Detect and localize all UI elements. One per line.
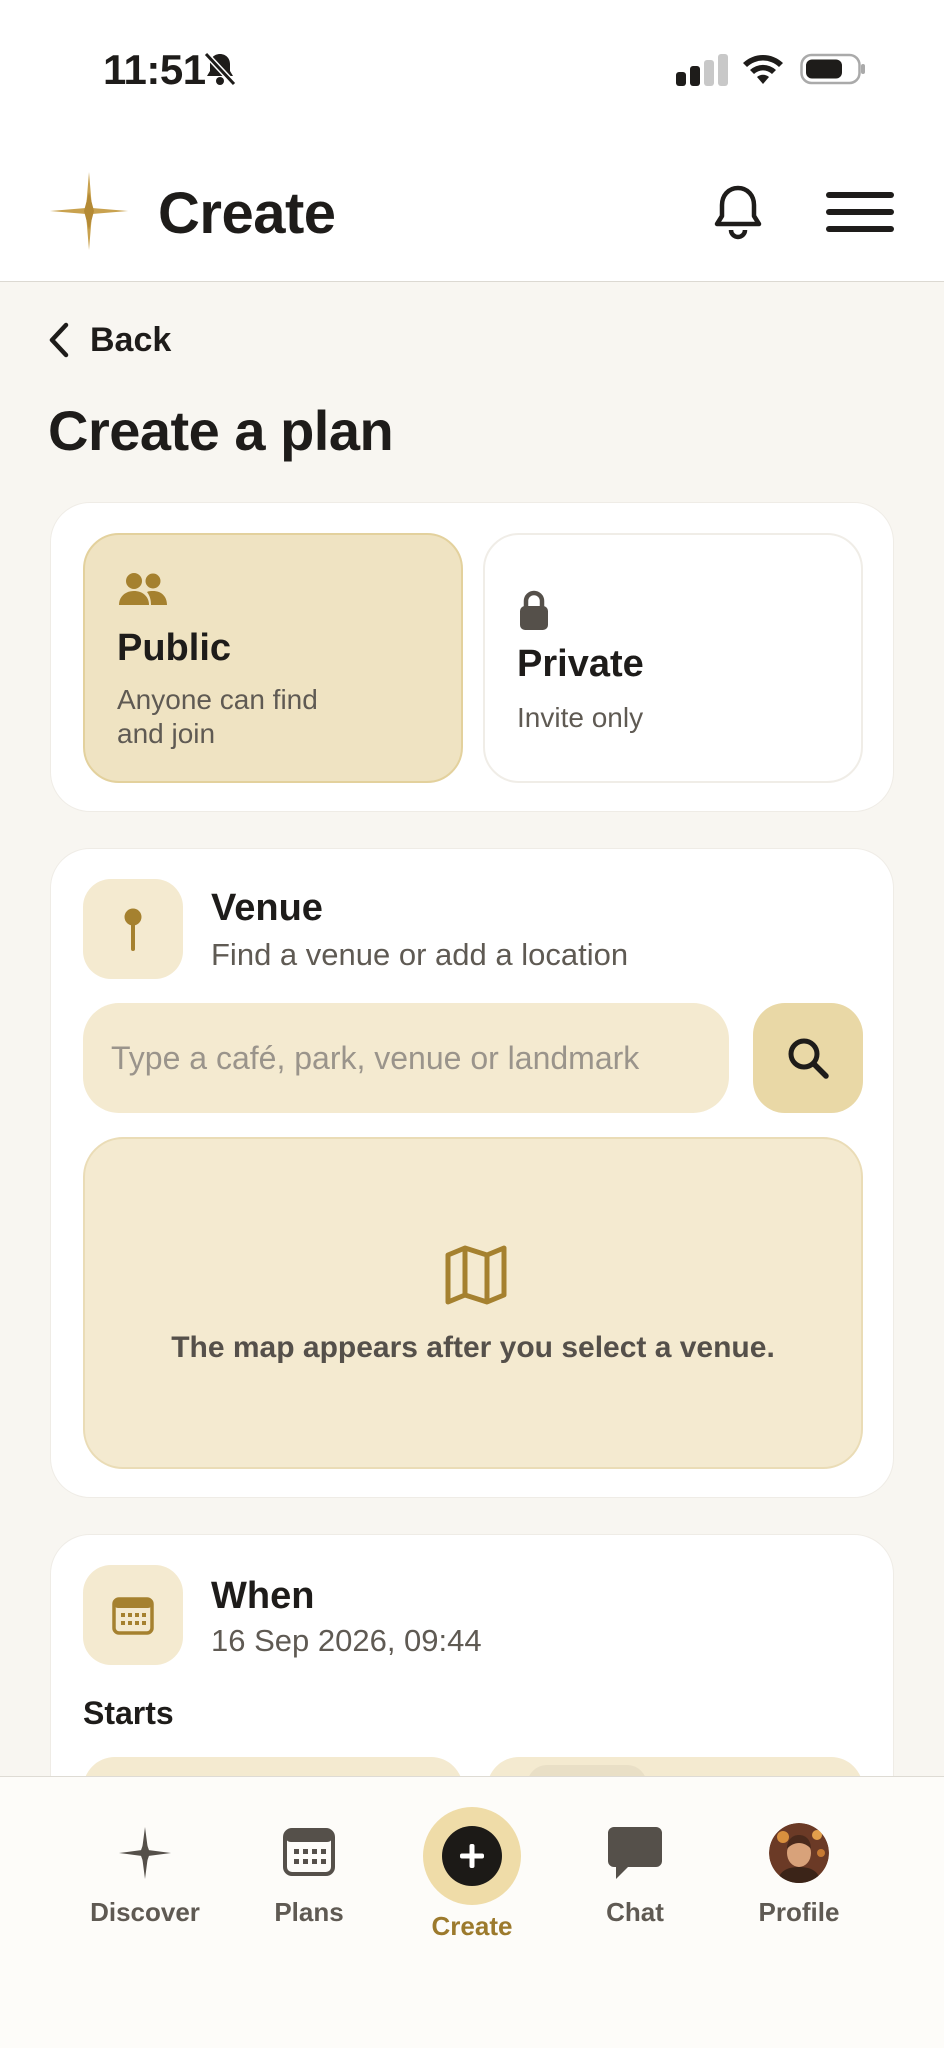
create-halo [423,1807,521,1905]
private-option[interactable]: Private Invite only [483,533,863,783]
map-placeholder: The map appears after you select a venue… [83,1137,863,1469]
venue-search-input[interactable] [83,1003,729,1113]
nav-profile-label: Profile [758,1897,840,1927]
map-message: The map appears after you select a venue… [171,1331,775,1364]
when-title: When [211,1575,315,1617]
sparkle-icon [119,1827,171,1879]
status-bar: 11:51 [0,0,944,140]
people-icon [119,573,167,605]
calendar-icon [112,1597,154,1635]
bell-icon[interactable] [708,182,768,242]
venue-search-button[interactable] [753,1003,863,1113]
nav-chat-label: Chat [606,1897,664,1927]
chevron-left-icon [49,322,69,358]
signal-icon [676,54,728,86]
search-icon [788,1038,829,1079]
when-icon-box [83,1565,183,1665]
battery-icon [800,53,865,85]
sparkle-star-icon [50,172,128,250]
private-title: Private [517,643,644,685]
back-button[interactable]: Back [48,318,171,362]
starts-label: Starts [83,1695,174,1731]
visibility-card: Public Anyone can find and join Private … [50,502,894,812]
bottom-nav: Discover Plans Create Chat Profile [0,1776,944,2048]
venue-subtitle: Find a venue or add a location [211,937,629,972]
private-description: Invite only [517,702,644,733]
status-time: 11:51 [103,46,206,93]
bell-off-icon [203,51,237,87]
wifi-icon [743,55,783,84]
nav-chat[interactable]: Chat [555,1777,715,1957]
pin-icon [124,908,142,951]
nav-discover-label: Discover [90,1897,200,1927]
calendar-icon [283,1828,335,1876]
venue-icon-box [83,879,183,979]
page-title: Create a plan [48,399,394,462]
nav-create-label: Create [431,1911,513,1941]
nav-create[interactable]: Create [392,1777,552,1957]
lock-icon [520,590,548,630]
app-header: Create [0,140,944,282]
public-description: Anyone can find and join [117,684,318,749]
avatar [769,1823,829,1883]
nav-plans-label: Plans [274,1897,344,1927]
plus-circle-icon [442,1826,502,1886]
public-title: Public [117,627,232,669]
venue-card: Venue Find a venue or add a location The… [50,848,894,1498]
nav-plans[interactable]: Plans [229,1777,389,1957]
hamburger-menu-icon[interactable] [826,188,894,236]
chat-bubble-icon [608,1827,662,1879]
public-option[interactable]: Public Anyone can find and join [83,533,463,783]
map-icon [445,1245,507,1305]
nav-discover[interactable]: Discover [65,1777,225,1957]
back-label: Back [90,320,172,359]
header-title: Create [158,181,336,246]
venue-title: Venue [211,887,323,929]
nav-profile[interactable]: Profile [719,1777,879,1957]
when-subtitle: 16 Sep 2026, 09:44 [211,1623,482,1658]
